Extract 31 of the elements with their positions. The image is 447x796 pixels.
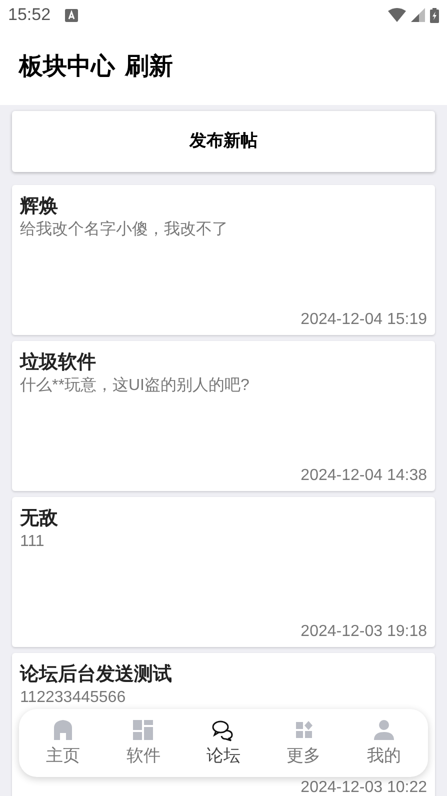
post-body: 111	[20, 532, 46, 552]
refresh-button[interactable]: 刷新	[125, 48, 173, 84]
post-body: 什么**玩意，这UI盗的别人的吧?	[20, 376, 250, 396]
nav-tab[interactable]: 我的	[354, 718, 414, 768]
layout-icon	[131, 718, 156, 742]
wifi-icon	[388, 8, 406, 22]
signal-icon	[411, 8, 425, 22]
nav-tab[interactable]: 主页	[33, 718, 94, 768]
person-icon	[372, 718, 396, 742]
post-time: 2024-12-04 15:19	[300, 310, 427, 330]
page-title: 板块中心	[19, 50, 115, 82]
post-time: 2024-12-03 19:18	[300, 622, 427, 642]
nav-tab[interactable]: 更多	[274, 718, 334, 768]
post-title: 无敌	[20, 506, 59, 531]
nav-tab[interactable]: 软件	[113, 718, 174, 768]
status-time: 15:52	[8, 4, 51, 26]
chat-bubbles-icon	[211, 718, 236, 742]
post-time: 2024-12-04 14:38	[300, 466, 427, 486]
post-time: 2024-12-03 10:22	[300, 778, 427, 796]
post-title: 论坛后台发送测试	[20, 662, 173, 687]
nav-tab[interactable]: 论坛	[193, 718, 254, 768]
battery-icon	[430, 8, 439, 22]
post-card[interactable]: 无敌 111 2024-12-03 19:18	[12, 497, 435, 647]
notification-icon	[64, 8, 78, 22]
post-title: 辉焕	[20, 194, 59, 219]
post-card[interactable]: 垃圾软件 什么**玩意，这UI盗的别人的吧? 2024-12-04 14:38	[12, 341, 435, 491]
post-card[interactable]: 辉焕 给我改个名字小傻，我改不了 2024-12-04 15:19	[12, 185, 435, 335]
publish-button[interactable]: 发布新帖	[12, 111, 435, 172]
post-body: 给我改个名字小傻，我改不了	[20, 220, 229, 240]
post-title: 垃圾软件	[20, 350, 97, 375]
post-body: 112233445566	[20, 688, 127, 708]
